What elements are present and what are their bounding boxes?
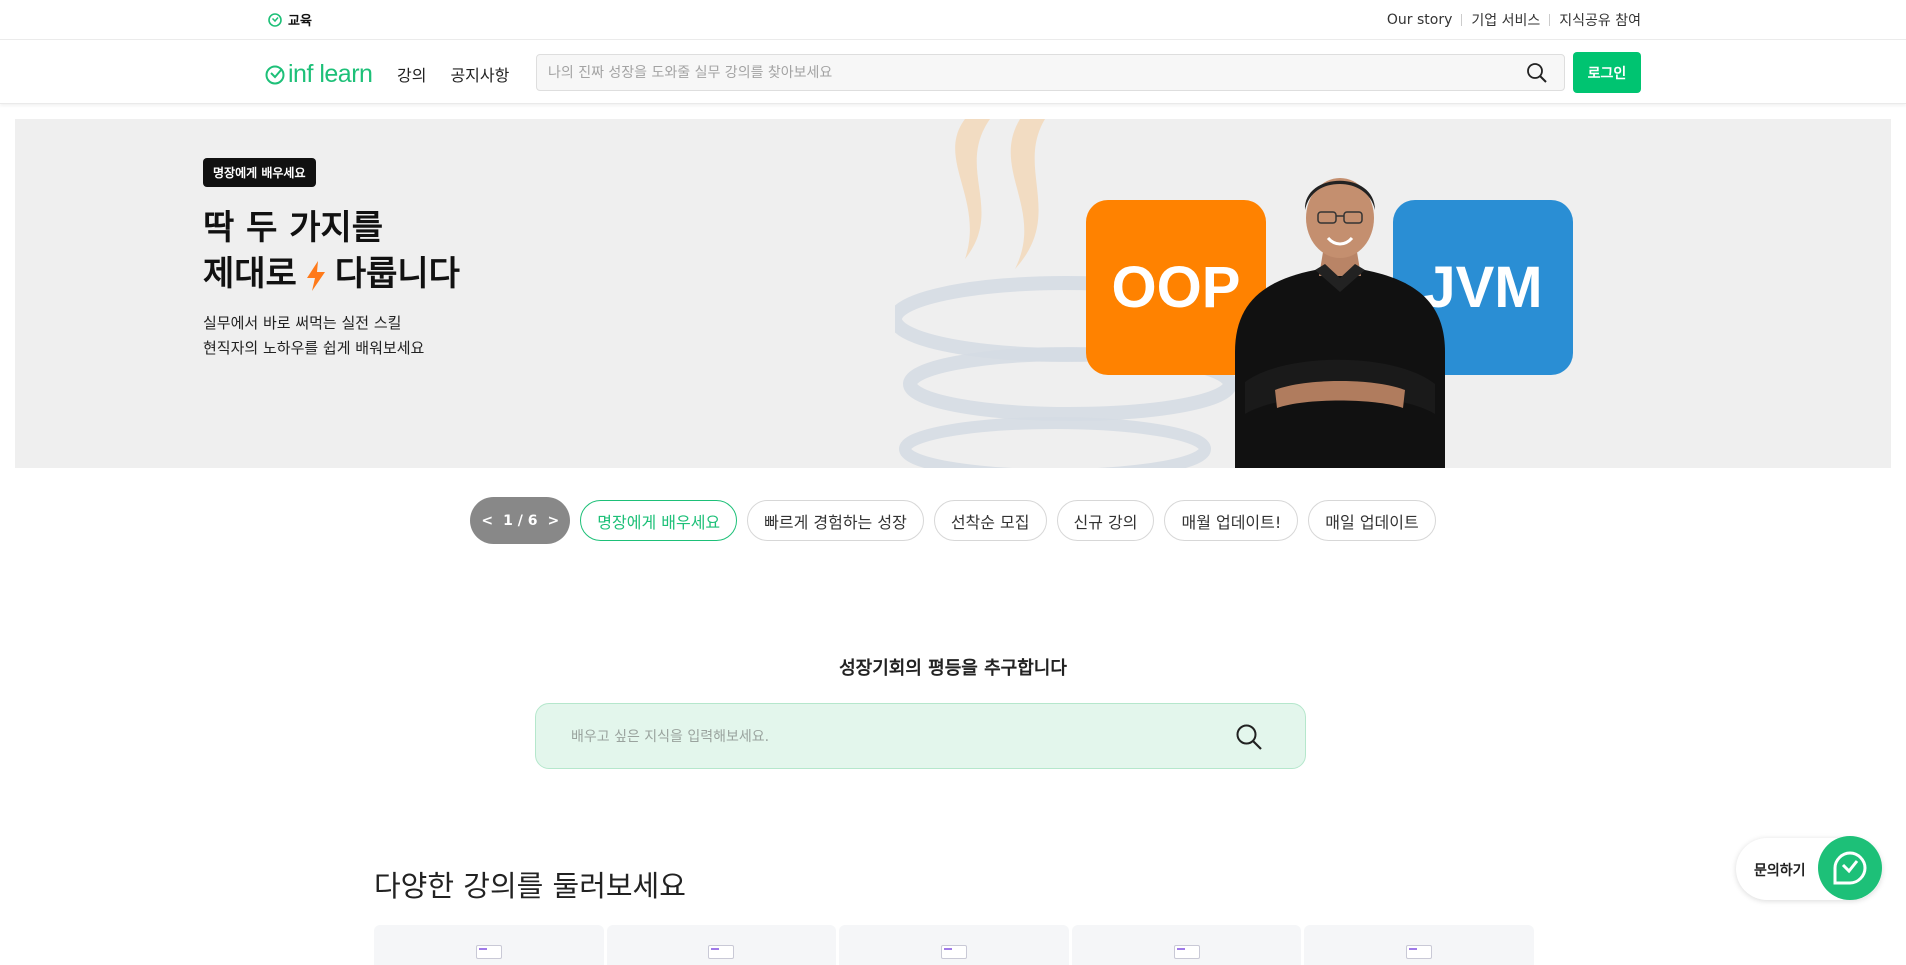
knowledge-share-link[interactable]: 지식공유 참여 bbox=[1559, 10, 1641, 30]
main-nav: 강의 공지사항 bbox=[397, 62, 509, 86]
utility-links: Our story 기업 서비스 지식공유 참여 bbox=[1387, 10, 1641, 30]
hero-subtitle-line1: 실무에서 바로 써먹는 실전 스킬 bbox=[203, 314, 402, 332]
hero-title-part-a: 제대로 bbox=[203, 254, 297, 294]
instructor-photo bbox=[1235, 178, 1445, 468]
hero-title: 딱 두 가지를 제대로 다룹니다 bbox=[203, 205, 460, 297]
growth-tagline: 성장기회의 평등을 추구합니다 bbox=[839, 658, 1067, 679]
course-card[interactable] bbox=[374, 925, 604, 965]
education-tab-label: 교육 bbox=[288, 14, 312, 29]
hero-title-line2: 제대로 다룹니다 bbox=[203, 251, 460, 297]
nav-notices[interactable]: 공지사항 bbox=[450, 62, 509, 86]
education-tab[interactable]: 교육 bbox=[268, 10, 312, 29]
top-utility-bar: 교육 Our story 기업 서비스 지식공유 참여 bbox=[0, 0, 1906, 40]
course-card[interactable] bbox=[839, 925, 1069, 965]
course-card[interactable] bbox=[1304, 925, 1534, 965]
hero-subtitle-line2: 현직자의 노하우를 쉽게 배워보세요 bbox=[203, 339, 425, 357]
hero-badge: 명장에게 배우세요 bbox=[203, 158, 316, 187]
chip-fast-growth[interactable]: 빠르게 경험하는 성장 bbox=[747, 500, 924, 541]
business-service-link[interactable]: 기업 서비스 bbox=[1471, 10, 1540, 30]
header-search-input[interactable] bbox=[537, 55, 1497, 90]
inquiry-button[interactable]: 문의하기 bbox=[1736, 836, 1882, 900]
inflearn-logo-icon bbox=[268, 12, 282, 27]
nav-courses[interactable]: 강의 bbox=[397, 62, 426, 86]
knowledge-search-input[interactable] bbox=[571, 723, 1211, 751]
login-button[interactable]: 로그인 bbox=[1573, 52, 1641, 93]
logo-wordmark: inf learn bbox=[288, 60, 373, 88]
courses-section-title: 다양한 강의를 둘러보세요 bbox=[374, 869, 686, 903]
our-story-link[interactable]: Our story bbox=[1387, 12, 1453, 28]
chip-daily-update[interactable]: 매일 업데이트 bbox=[1308, 500, 1436, 541]
divider bbox=[1461, 14, 1463, 26]
hero-banner[interactable]: 명장에게 배우세요 딱 두 가지를 제대로 다룹니다 실무에서 바로 써먹는 실… bbox=[15, 119, 1891, 468]
search-icon[interactable] bbox=[1526, 62, 1548, 84]
carousel-chips: < 1 / 6 > 명장에게 배우세요 빠르게 경험하는 성장 선착순 모집 신… bbox=[0, 497, 1906, 544]
search-icon[interactable] bbox=[1235, 723, 1263, 751]
header-search bbox=[536, 54, 1565, 91]
chip-monthly-update[interactable]: 매월 업데이트! bbox=[1164, 500, 1299, 541]
hero-title-line1: 딱 두 가지를 bbox=[203, 208, 384, 248]
chat-icon bbox=[1833, 851, 1867, 885]
carousel-page-indicator: 1 / 6 bbox=[503, 512, 538, 529]
hero-subtitle: 실무에서 바로 써먹는 실전 스킬 현직자의 노하우를 쉽게 배워보세요 bbox=[203, 311, 424, 361]
chip-master[interactable]: 명장에게 배우세요 bbox=[580, 500, 738, 541]
lightning-icon bbox=[306, 260, 325, 291]
inflearn-logo-icon bbox=[265, 65, 285, 84]
inflearn-logo[interactable]: inf learn bbox=[264, 60, 373, 89]
chip-new-courses[interactable]: 신규 강의 bbox=[1056, 500, 1155, 541]
chat-fab[interactable] bbox=[1818, 836, 1882, 900]
carousel-pager[interactable]: < 1 / 6 > bbox=[470, 497, 571, 544]
knowledge-search bbox=[535, 703, 1306, 769]
course-card-list bbox=[374, 925, 1534, 965]
chip-first-come[interactable]: 선착순 모집 bbox=[933, 500, 1047, 541]
divider bbox=[1549, 14, 1551, 26]
course-card[interactable] bbox=[606, 925, 837, 965]
course-card[interactable] bbox=[1071, 925, 1302, 965]
main-header: inf learn 강의 공지사항 로그인 bbox=[0, 40, 1906, 104]
inquiry-label: 문의하기 bbox=[1754, 863, 1806, 879]
chevron-right-icon[interactable]: > bbox=[547, 513, 559, 529]
hero-title-part-b: 다룹니다 bbox=[334, 254, 460, 294]
chevron-left-icon[interactable]: < bbox=[481, 513, 493, 529]
